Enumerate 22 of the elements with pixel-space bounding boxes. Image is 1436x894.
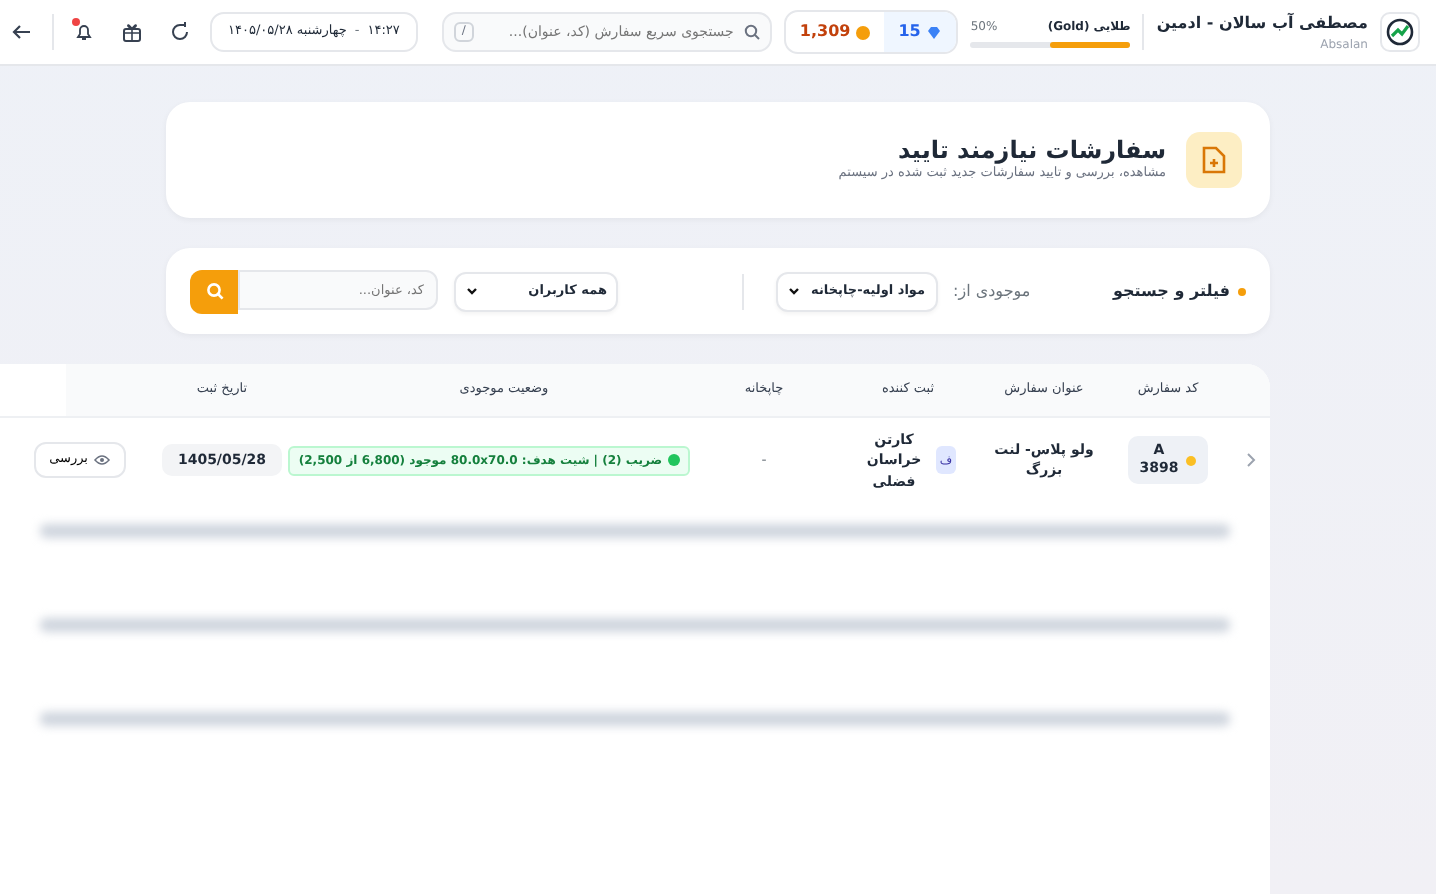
filter-title: فیلتر و جستجو [1112,279,1230,303]
refresh-icon [170,22,190,42]
coin-count: 1,309 [785,20,885,44]
search-icon [743,24,760,40]
arrow-left-icon [12,24,32,40]
stock-source-label: موجودی از: [953,279,1031,303]
caret-icon [787,286,800,296]
search-icon [205,282,223,300]
diamond-count: 15 [884,12,957,52]
dot-icon [1238,287,1246,295]
page-title: سفارشات نیازمند تایید [896,135,1166,165]
dot-icon [1186,455,1197,466]
chevron-right-icon [1245,452,1255,469]
diamond-icon [926,25,943,39]
file-plus-icon [1202,146,1226,174]
check-circle-icon [668,454,680,467]
gift-icon [122,22,142,42]
bell-icon [74,22,94,42]
user-name: مصطفی آب سالان - ادمین [1156,11,1368,35]
eye-icon [94,454,110,467]
caret-icon [466,286,478,296]
coin-icon [856,25,871,39]
